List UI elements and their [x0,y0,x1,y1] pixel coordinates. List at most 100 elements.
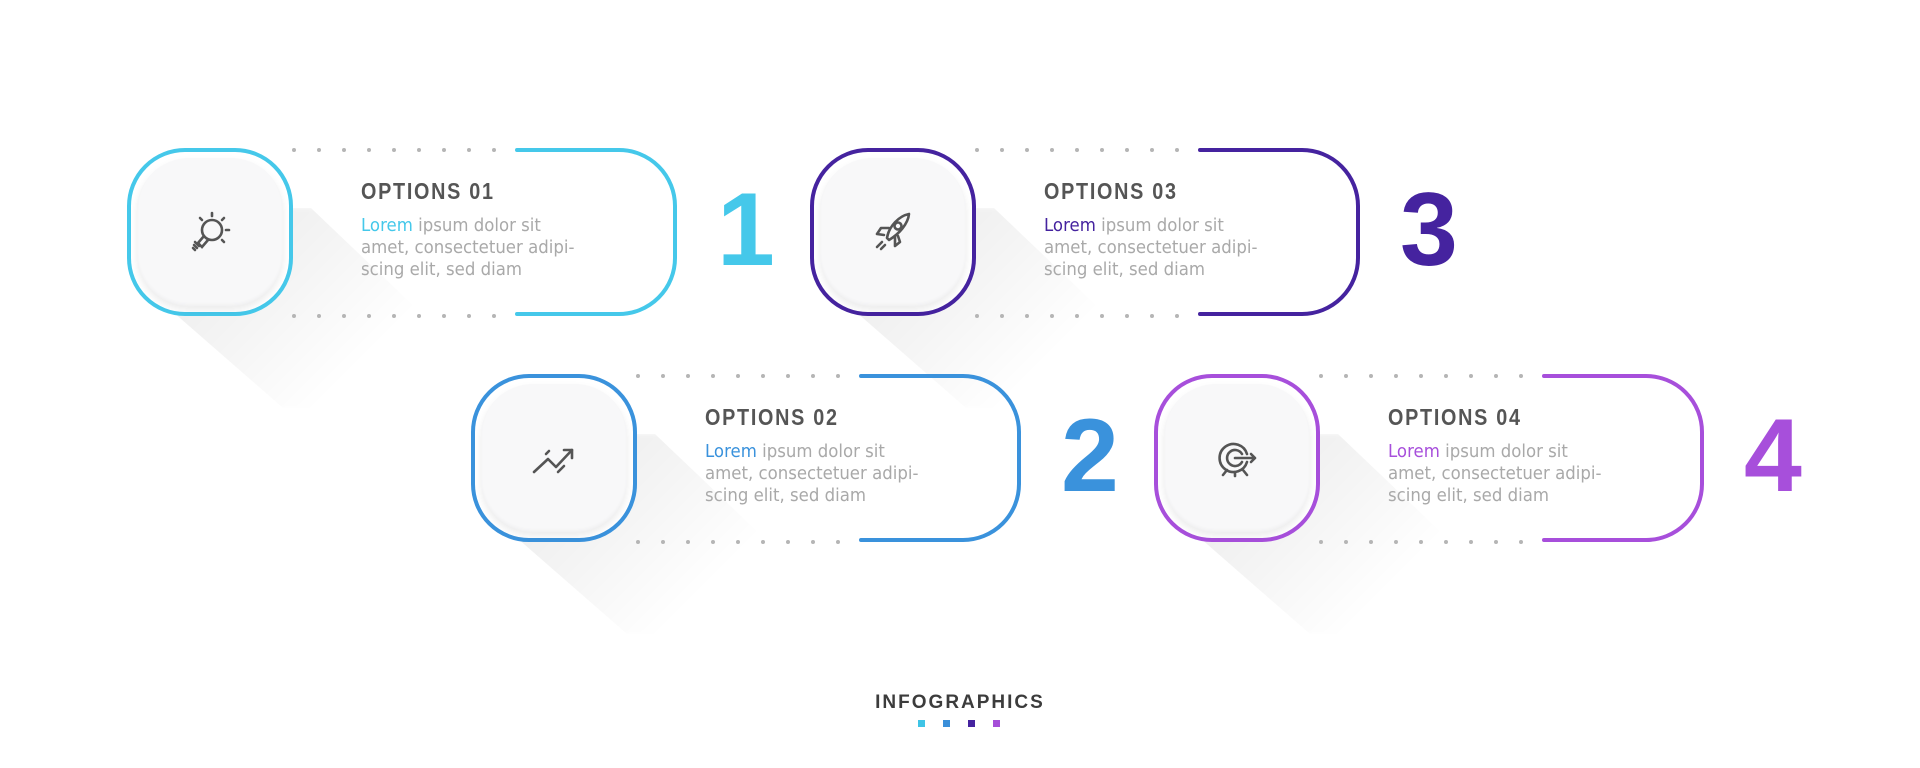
dot [736,374,740,378]
icon-box [127,148,293,316]
dot [1175,148,1179,152]
dot [417,148,421,152]
dot [636,540,640,544]
dot [836,374,840,378]
icon-box [471,374,637,542]
dot [1075,314,1079,318]
swatch [918,720,925,727]
option-title: OPTIONS 01 [361,178,495,204]
footer-title: INFOGRAPHICS [875,692,1045,713]
option-description: Lorem ipsum dolor sit amet, consectetuer… [1044,215,1258,280]
dot [392,314,396,318]
dot [1369,540,1373,544]
dot [1150,314,1154,318]
dot [292,148,296,152]
highlight-word: Lorem [1044,215,1096,236]
dot [1419,540,1423,544]
target-icon [1218,442,1257,478]
dot [1494,540,1498,544]
dot [686,540,690,544]
dotted-line-bottom [1319,540,1544,544]
highlight-word: Lorem [361,215,413,236]
dot [1150,148,1154,152]
dotted-line-bottom [292,314,517,318]
dot [786,540,790,544]
dotted-line-top [975,148,1200,152]
dot [467,314,471,318]
dot [1469,540,1473,544]
dot [636,374,640,378]
dot [836,540,840,544]
dot [661,374,665,378]
dot [1100,148,1104,152]
option-description: Lorem ipsum dolor sit amet, consectetuer… [1388,441,1602,506]
swatch [993,720,1000,727]
dot [1175,314,1179,318]
dot [1025,148,1029,152]
dot [1344,540,1348,544]
dot [1319,540,1323,544]
dot [811,540,815,544]
dot [975,148,979,152]
dotted-line-top [1319,374,1544,378]
dot [1394,374,1398,378]
swatch [943,720,950,727]
dot [1050,148,1054,152]
dot [1519,374,1523,378]
dot [292,314,296,318]
dot [711,540,715,544]
dot [467,148,471,152]
swatch [968,720,975,727]
dot [1000,314,1004,318]
dot [736,540,740,544]
dotted-line-bottom [975,314,1200,318]
dot [1319,374,1323,378]
option-title: OPTIONS 02 [705,404,839,430]
dot [711,374,715,378]
dot [442,148,446,152]
highlight-word: Lorem [705,441,757,462]
dot [492,148,496,152]
option-number: 1 [717,172,775,288]
dot [342,148,346,152]
dot [367,148,371,152]
dot [1494,374,1498,378]
dot [1125,148,1129,152]
dot [761,374,765,378]
dot [1125,314,1129,318]
dot [1369,374,1373,378]
dot [442,314,446,318]
dot [1469,374,1473,378]
dot [1519,540,1523,544]
lightbulb-icon [191,211,231,252]
dot [342,314,346,318]
dot [492,314,496,318]
dot [317,314,321,318]
option-block-03: OPTIONS 03 Lorem ipsum dolor sit amet, c… [810,148,1690,408]
option-title: OPTIONS 03 [1044,178,1178,204]
option-number: 2 [1061,398,1119,514]
dot [1050,314,1054,318]
dot [811,374,815,378]
dot [1444,540,1448,544]
option-number: 4 [1744,398,1802,514]
dot [1419,374,1423,378]
dotted-line-bottom [636,540,861,544]
dot [1025,314,1029,318]
dot [1000,148,1004,152]
dot [786,374,790,378]
dot [661,540,665,544]
option-number: 3 [1400,172,1458,288]
dot [317,148,321,152]
dot [392,148,396,152]
icon-box [1154,374,1320,542]
dot [761,540,765,544]
option-title: OPTIONS 04 [1388,404,1522,430]
dot [686,374,690,378]
option-description: Lorem ipsum dolor sit amet, consectetuer… [361,215,575,280]
rocket-icon [875,212,911,251]
dot [367,314,371,318]
dot [1344,374,1348,378]
dot [975,314,979,318]
color-swatches [918,720,1000,727]
